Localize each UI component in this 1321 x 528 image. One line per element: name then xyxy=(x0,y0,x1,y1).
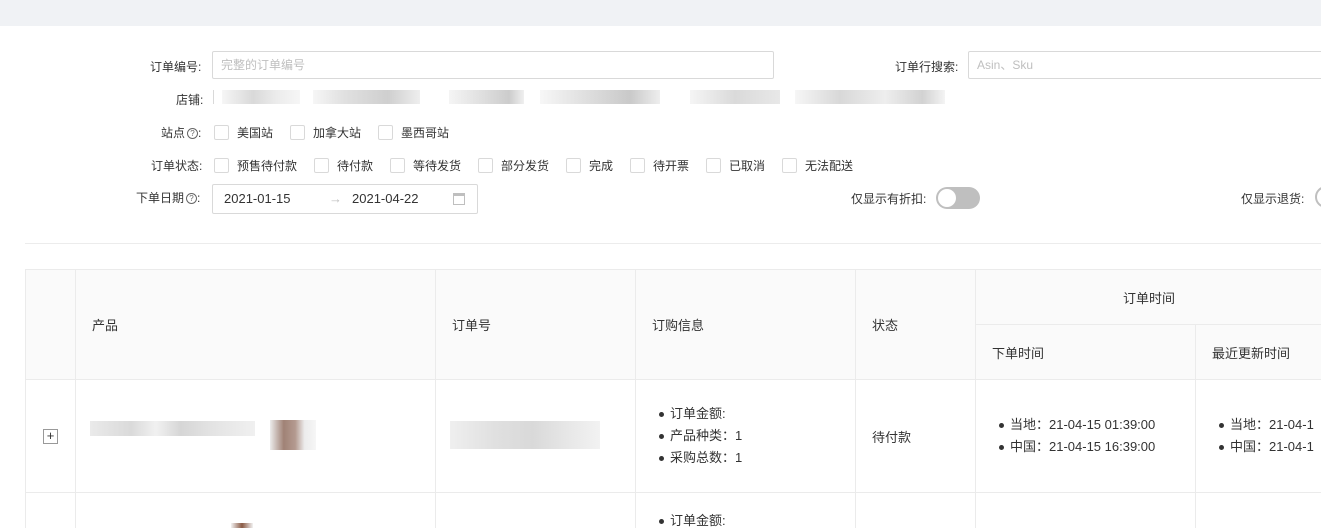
checkbox-box[interactable] xyxy=(214,157,229,173)
placed-time-cell: 当地：21-04-15 01:39:00 中国：21-04-15 16:39:0… xyxy=(976,380,1196,493)
order-no-cell xyxy=(436,493,636,528)
product-cell xyxy=(76,493,436,528)
status-checkbox[interactable]: 无法配送 xyxy=(782,156,853,174)
store-list-border xyxy=(213,90,214,104)
site-checkbox-ca[interactable]: 加拿大站 xyxy=(290,123,361,141)
purchase-info-cell: 订单金额: 产品种类：1 采购总数：1 xyxy=(636,380,856,493)
list-item: 中国：21-04-1 xyxy=(1216,436,1314,458)
store-chip[interactable] xyxy=(449,90,524,104)
checkbox-box[interactable] xyxy=(214,124,229,140)
order-no-input[interactable]: 完整的订单编号 xyxy=(212,51,774,79)
purchase-info-cell: 订单金额: xyxy=(636,493,856,528)
last-update-cell xyxy=(1196,493,1321,528)
list-item: 订单金额: xyxy=(656,510,726,528)
site-label: 站点?: xyxy=(161,126,202,140)
table-row: + xyxy=(26,380,76,493)
help-icon[interactable]: ? xyxy=(187,128,199,140)
last-update-cell: 当地：21-04-1 中国：21-04-1 xyxy=(1196,380,1321,493)
product-name-blurred[interactable] xyxy=(90,421,255,436)
product-cell xyxy=(76,380,436,493)
store-chip[interactable] xyxy=(313,90,420,104)
store-label: 店铺: xyxy=(176,93,204,107)
table-row xyxy=(26,493,76,528)
status-checkbox[interactable]: 等待发货 xyxy=(390,156,461,174)
status-label: 订单状态: xyxy=(151,159,203,173)
checkbox-box[interactable] xyxy=(314,157,329,173)
discount-only-label: 仅显示有折扣: xyxy=(851,192,927,206)
calendar-icon[interactable] xyxy=(453,193,465,205)
store-chip[interactable] xyxy=(540,90,660,104)
store-chip[interactable] xyxy=(795,90,945,104)
returns-only-label: 仅显示退货: xyxy=(1241,192,1305,206)
order-no-placeholder: 完整的订单编号 xyxy=(221,58,306,72)
status-cell: 待付款 xyxy=(856,380,976,493)
last-update-header: 最近更新时间 xyxy=(1196,325,1321,380)
date-end[interactable]: 2021-04-22 xyxy=(352,185,419,213)
site-checkbox-us[interactable]: 美国站 xyxy=(214,123,273,141)
top-bar xyxy=(0,0,1321,26)
list-item: 产品种类：1 xyxy=(656,425,742,447)
checkbox-box[interactable] xyxy=(390,157,405,173)
checkbox-box[interactable] xyxy=(706,157,721,173)
returns-only-switch[interactable] xyxy=(1315,186,1321,208)
status-header: 状态 xyxy=(856,270,976,380)
order-no-blurred[interactable] xyxy=(450,421,600,449)
product-thumbnail[interactable] xyxy=(270,420,316,450)
status-cell xyxy=(856,493,976,528)
list-item: 中国：21-04-15 16:39:00 xyxy=(996,436,1155,458)
checkbox-box[interactable] xyxy=(630,157,645,173)
list-item: 采购总数：1 xyxy=(656,447,742,469)
product-header: 产品 xyxy=(76,270,436,380)
list-item: 当地：21-04-1 xyxy=(1216,414,1314,436)
status-checkbox[interactable]: 完成 xyxy=(566,156,613,174)
store-chip[interactable] xyxy=(222,90,300,104)
placed-time-header: 下单时间 xyxy=(976,325,1196,380)
discount-only-switch[interactable] xyxy=(936,187,980,209)
status-checkbox[interactable]: 待付款 xyxy=(314,156,373,174)
checkbox-box[interactable] xyxy=(378,124,393,140)
arrow-right-icon: → xyxy=(329,191,342,206)
switch-knob xyxy=(938,189,956,207)
expand-column-header xyxy=(26,270,76,380)
order-line-search-input[interactable]: Asin、Sku xyxy=(968,51,1321,79)
order-no-header: 订单号 xyxy=(436,270,636,380)
site-checkbox-mx[interactable]: 墨西哥站 xyxy=(378,123,449,141)
order-line-search-label: 订单行搜索: xyxy=(895,60,959,74)
status-checkbox[interactable]: 预售待付款 xyxy=(214,156,297,174)
status-checkbox[interactable]: 已取消 xyxy=(706,156,765,174)
filter-divider xyxy=(25,243,1321,244)
checkbox-box[interactable] xyxy=(478,157,493,173)
expand-row-icon[interactable]: + xyxy=(43,429,58,444)
order-no-label: 订单编号: xyxy=(150,60,202,74)
store-chip[interactable] xyxy=(690,90,780,104)
list-item: 当地：21-04-15 01:39:00 xyxy=(996,414,1155,436)
status-checkbox[interactable]: 待开票 xyxy=(630,156,689,174)
product-thumbnail[interactable] xyxy=(231,523,253,528)
checkbox-box[interactable] xyxy=(566,157,581,173)
checkbox-box[interactable] xyxy=(290,124,305,140)
placed-time-cell xyxy=(976,493,1196,528)
order-no-cell xyxy=(436,380,636,493)
date-label: 下单日期?: xyxy=(136,191,201,205)
help-icon[interactable]: ? xyxy=(186,193,198,205)
date-start[interactable]: 2021-01-15 xyxy=(224,191,291,206)
list-item: 订单金额: xyxy=(656,403,742,425)
purchase-info-header: 订购信息 xyxy=(636,270,856,380)
order-line-search-placeholder: Asin、Sku xyxy=(977,58,1034,72)
status-checkbox[interactable]: 部分发货 xyxy=(478,156,549,174)
order-time-header: 订单时间 xyxy=(976,270,1321,325)
orders-table: 产品 订单号 订购信息 状态 订单时间 下单时间 最近更新时间 + 订单金额: … xyxy=(25,269,1321,528)
checkbox-box[interactable] xyxy=(782,157,797,173)
date-range-picker[interactable]: 2021-01-15 → 2021-04-22 xyxy=(212,184,478,214)
